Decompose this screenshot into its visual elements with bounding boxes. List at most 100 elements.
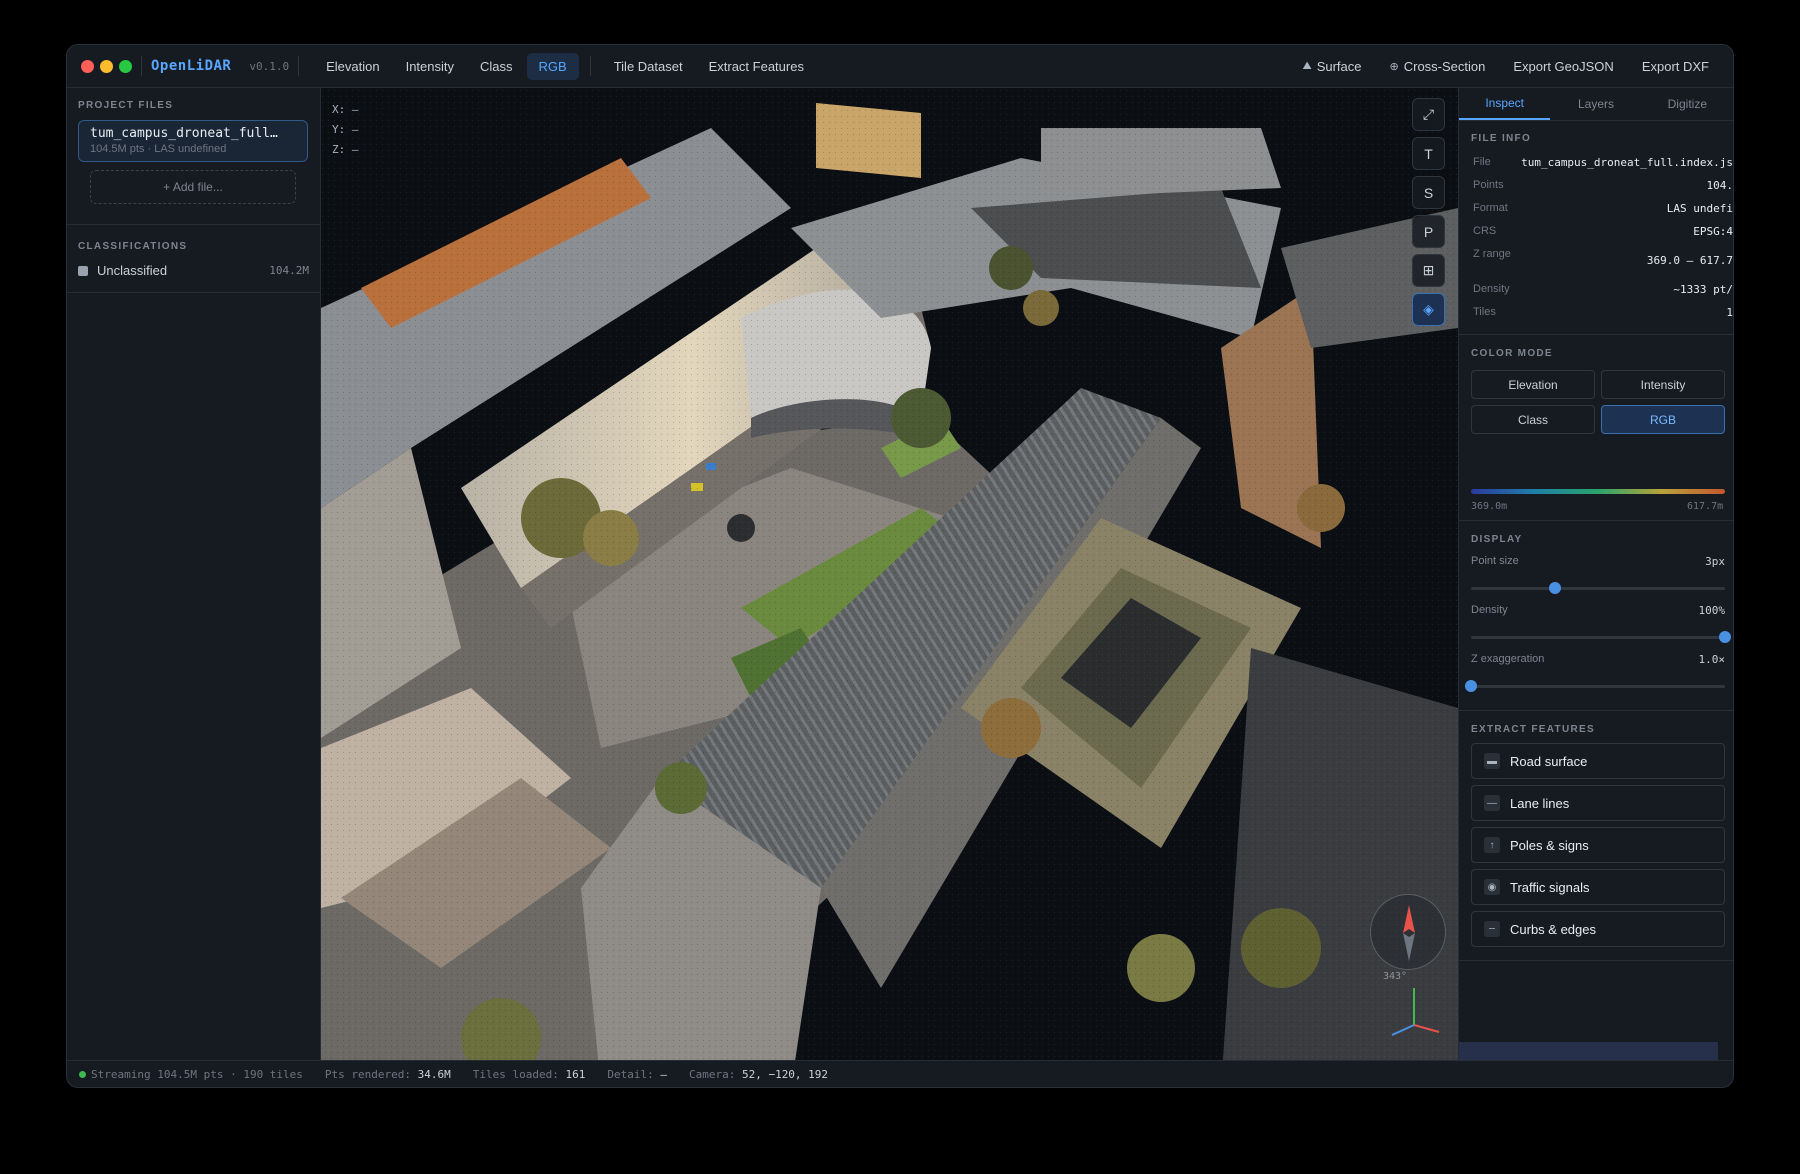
slider-thumb[interactable] — [1465, 680, 1477, 692]
coord-z: Z: — — [332, 143, 359, 156]
slider-label: Density — [1471, 604, 1508, 616]
status-bar: Streaming 104.5M pts · 190 tiles Pts ren… — [67, 1060, 1733, 1087]
display-heading: DISPLAY — [1471, 534, 1523, 545]
divider — [1459, 520, 1733, 521]
grid-toggle-button[interactable]: ⊞ — [1412, 254, 1445, 287]
surface-button[interactable]: ⛰ Surface — [1290, 53, 1373, 80]
nav-tile-dataset[interactable]: Tile Dataset — [602, 53, 695, 80]
point-cloud-viewport[interactable]: X: — Y: — Z: — ⤢ T S P ⊞ ◈ 343° — [321, 88, 1458, 1060]
nav-class[interactable]: Class — [468, 53, 525, 80]
point-size-slider[interactable] — [1471, 582, 1725, 594]
info-row-z-range: Z range 369.0 – 617.7 — [1473, 248, 1733, 283]
extract-road-surface-button[interactable]: ▬ Road surface — [1471, 743, 1725, 779]
divider — [298, 56, 300, 76]
extract-curbs-edges-button[interactable]: ╌ Curbs & edges — [1471, 911, 1725, 947]
add-file-button[interactable]: + Add file... — [90, 170, 296, 204]
slider-value: 1.0× — [1698, 653, 1726, 666]
file-info-table: File tum_campus_droneat_full.index.js Poi… — [1473, 156, 1733, 329]
close-window-button[interactable] — [81, 59, 94, 73]
coord-y: Y: — — [332, 123, 359, 136]
export-dxf-button[interactable]: Export DXF — [1630, 53, 1721, 80]
fit-view-button[interactable]: ⤢ — [1412, 98, 1445, 131]
project-file-item[interactable]: tum_campus_droneat_full… 104.5M pts · LA… — [78, 120, 308, 162]
info-key: Points — [1473, 179, 1504, 191]
cross-section-label: Cross-Section — [1403, 58, 1486, 74]
info-key: Format — [1473, 202, 1508, 214]
feature-label: Curbs & edges — [1510, 921, 1596, 937]
compass-widget[interactable]: 343° — [1370, 894, 1446, 982]
tab-digitize[interactable]: Digitize — [1642, 88, 1733, 120]
class-count: 104.2M — [269, 264, 309, 277]
info-key: Z range — [1473, 248, 1511, 260]
nav-intensity[interactable]: Intensity — [394, 53, 466, 80]
class-name: Unclassified — [97, 263, 168, 278]
layers-toggle-button[interactable]: ◈ — [1412, 293, 1445, 326]
density-slider[interactable] — [1471, 631, 1731, 643]
info-key: Tiles — [1473, 306, 1496, 318]
maximize-window-button[interactable] — [119, 59, 132, 73]
minimize-window-button[interactable] — [100, 59, 113, 73]
divider — [67, 292, 320, 293]
extract-lane-lines-button[interactable]: — Lane lines — [1471, 785, 1725, 821]
divider — [1459, 710, 1733, 711]
streaming-status: Streaming 104.5M pts · 190 tiles — [79, 1068, 303, 1081]
divider — [141, 56, 142, 76]
tab-layers[interactable]: Layers — [1550, 88, 1641, 120]
class-row-unclassified[interactable]: Unclassified 104.2M — [78, 263, 309, 278]
app-version: v0.1.0 — [249, 59, 290, 73]
z-exaggeration-slider[interactable] — [1465, 680, 1725, 692]
info-value: 369.0 – 617.7 — [1646, 254, 1733, 267]
export-geojson-button[interactable]: Export GeoJSON — [1501, 53, 1625, 80]
color-mode-elevation-button[interactable]: Elevation — [1471, 370, 1595, 399]
top-view-button[interactable]: T — [1412, 137, 1445, 170]
file-info-heading: FILE INFO — [1471, 133, 1532, 144]
info-row-density: Density ~1333 pt/ — [1473, 283, 1733, 306]
tab-inspect[interactable]: Inspect — [1459, 88, 1551, 120]
side-view-button[interactable]: S — [1412, 176, 1445, 209]
perspective-view-button[interactable]: P — [1412, 215, 1445, 248]
color-mode-rgb-button[interactable]: RGB — [1601, 405, 1725, 434]
toolbar-actions: ⛰ Surface ⊕ Cross-Section Export GeoJSON E… — [1290, 53, 1721, 80]
density-label-row: Density 100% — [1471, 604, 1725, 617]
cross-section-button[interactable]: ⊕ Cross-Section — [1378, 53, 1498, 80]
app-window: OpenLiDAR v0.1.0 Elevation Intensity Cla… — [66, 44, 1734, 1088]
divider — [1459, 334, 1733, 335]
ramp-max-label: 617.7m — [1687, 501, 1724, 512]
streaming-text: Streaming 104.5M pts · 190 tiles — [91, 1067, 303, 1081]
color-mode-grid: Elevation Intensity Class RGB — [1471, 370, 1725, 434]
slider-thumb[interactable] — [1548, 582, 1561, 594]
info-row-points: Points 104. — [1473, 179, 1733, 202]
surface-label: Surface — [1316, 58, 1362, 74]
ramp-min-label: 369.0m — [1471, 501, 1508, 512]
info-value: ~1333 pt/ — [1673, 283, 1733, 296]
color-mode-intensity-button[interactable]: Intensity — [1601, 370, 1725, 399]
nav-elevation[interactable]: Elevation — [314, 53, 391, 80]
color-mode-class-button[interactable]: Class — [1471, 405, 1595, 434]
tiles-loaded-value: 161 — [565, 1067, 586, 1081]
info-row-crs: CRS EPSG:4 — [1473, 225, 1733, 248]
file-meta: 104.5M pts · LAS undefined — [90, 143, 227, 155]
info-key: File — [1473, 156, 1491, 168]
slider-thumb[interactable] — [1719, 631, 1731, 643]
pts-rendered-label: Pts rendered: — [324, 1067, 412, 1081]
status-dot-icon — [79, 1070, 86, 1078]
divider — [67, 224, 320, 225]
info-row-format: Format LAS undefi — [1473, 202, 1733, 225]
extract-poles-signs-button[interactable]: ↑ Poles & signs — [1471, 827, 1725, 863]
file-name: tum_campus_droneat_full… — [90, 126, 278, 141]
right-sidebar: Inspect Layers Digitize FILE INFO File tu… — [1458, 88, 1733, 1060]
road-icon: ▬ — [1484, 753, 1500, 769]
lane-lines-icon: — — [1484, 795, 1500, 811]
nav-rgb[interactable]: RGB — [526, 52, 579, 80]
cursor-coordinates: X: — Y: — Z: — — [332, 100, 359, 160]
camera-label: Camera: — [688, 1067, 736, 1081]
slider-label: Point size — [1471, 555, 1519, 567]
nav-extract-features[interactable]: Extract Features — [697, 53, 816, 80]
point-cloud-render — [321, 88, 1458, 1060]
camera-value: 52, −120, 192 — [741, 1067, 829, 1081]
tiles-loaded: Tiles loaded: 161 — [473, 1068, 586, 1081]
extract-traffic-signals-button[interactable]: ◉ Traffic signals — [1471, 869, 1725, 905]
panel-action-bar[interactable] — [1459, 1042, 1718, 1060]
pole-icon: ↑ — [1484, 837, 1500, 853]
detail-level: Detail: — — [607, 1068, 667, 1081]
